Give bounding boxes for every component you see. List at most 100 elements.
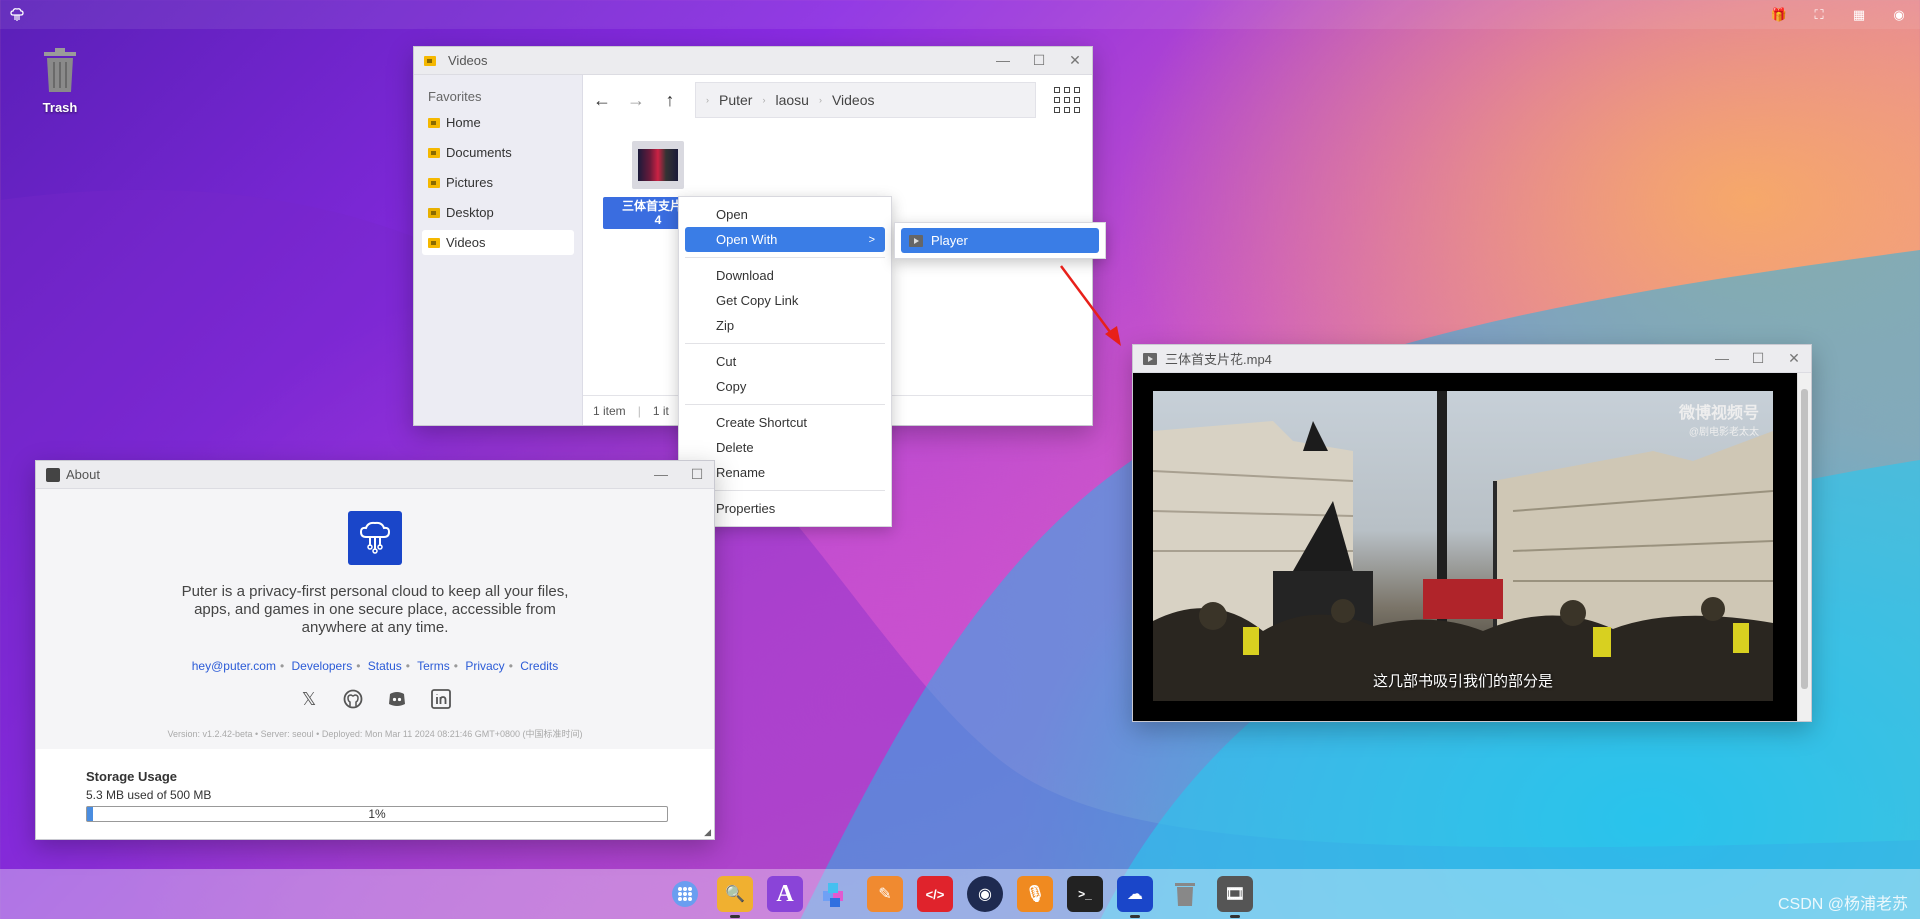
developers-link[interactable]: Developers (292, 659, 353, 673)
menu-item-open[interactable]: Open (685, 202, 885, 227)
trash-icon (40, 48, 80, 94)
github-icon[interactable] (343, 689, 363, 709)
draw-app-icon[interactable]: ✎ (867, 876, 903, 912)
fullscreen-icon[interactable]: ⛶ (1810, 6, 1828, 24)
sidebar-item-documents[interactable]: Documents (422, 140, 574, 165)
back-arrow-icon[interactable]: ← (593, 90, 611, 111)
menu-divider (685, 257, 885, 258)
trash-app-icon[interactable] (1167, 876, 1203, 912)
close-button[interactable]: ✕ (1068, 52, 1082, 69)
sidebar-item-videos[interactable]: Videos (422, 230, 574, 255)
discord-icon[interactable] (387, 689, 407, 709)
video-player[interactable]: 微博视频号 @剧电影老太太 这几部书吸引我们的部分是 (1133, 373, 1797, 721)
storage-usage: Storage Usage 5.3 MB used of 500 MB 1% (86, 769, 668, 822)
sidebar-item-label: Home (446, 115, 481, 130)
maximize-button[interactable]: ☐ (1032, 52, 1046, 69)
open-with-submenu: Player (894, 222, 1106, 259)
about-app-icon[interactable]: ☁ (1117, 876, 1153, 918)
menu-item-delete[interactable]: Delete (685, 435, 885, 460)
menu-item-cut[interactable]: Cut (685, 349, 885, 374)
gift-icon[interactable]: 🎁 (1770, 6, 1788, 24)
explorer-titlebar[interactable]: Videos — ☐ ✕ (414, 47, 1092, 75)
player-window: 三体首支片花.mp4 — ☐ ✕ 微博视频号 @剧电影老太太 这几部书吸引我们的… (1132, 344, 1812, 722)
watermark-sub: @剧电影老太太 (1688, 427, 1759, 438)
credits-link[interactable]: Credits (520, 659, 558, 673)
linkedin-icon[interactable] (431, 689, 451, 709)
explorer-toolbar: ← → ↑ › Puter › laosu › Videos (583, 75, 1092, 125)
sidebar-item-label: Videos (446, 235, 486, 250)
video-frame: 微博视频号 @剧电影老太太 这几部书吸引我们的部分是 (1153, 391, 1773, 701)
menu-item-copy[interactable]: Copy (685, 374, 885, 399)
about-titlebar[interactable]: About — ☐ (36, 461, 714, 489)
submenu-item-player[interactable]: Player (901, 228, 1099, 253)
maximize-button[interactable]: ☐ (690, 466, 704, 483)
menu-item-open-with[interactable]: Open With > (685, 227, 885, 252)
close-button[interactable]: ✕ (1787, 350, 1801, 367)
sidebar-item-home[interactable]: Home (422, 110, 574, 135)
editor-app-icon[interactable]: A (767, 876, 803, 912)
top-bar: 🎁 ⛶ ▦ ◉ (0, 0, 1920, 29)
social-links: 𝕏 (36, 689, 714, 709)
code-app-icon[interactable]: </> (917, 876, 953, 912)
storage-used-text: 5.3 MB used of 500 MB (86, 788, 212, 802)
minimize-button[interactable]: — (1715, 350, 1729, 367)
player-app-icon[interactable]: 🎞 (1217, 876, 1253, 918)
desktop-trash[interactable]: Trash (30, 48, 90, 115)
email-link[interactable]: hey@puter.com (192, 659, 276, 673)
folder-icon (428, 237, 440, 248)
menu-item-zip[interactable]: Zip (685, 313, 885, 338)
terminal-app-icon[interactable]: >_ (1067, 876, 1103, 912)
version-info: Version: v1.2.42-beta • Server: seoul • … (167, 729, 583, 739)
folder-icon (424, 55, 436, 66)
grid-view-icon[interactable] (1052, 85, 1082, 115)
breadcrumb-videos[interactable]: Videos (832, 92, 875, 108)
about-body: Puter is a privacy-first personal cloud … (36, 489, 714, 749)
menu-item-rename[interactable]: Rename (685, 460, 885, 485)
minimize-button[interactable]: — (996, 52, 1010, 69)
video-subtitle: 这几部书吸引我们的部分是 (1372, 673, 1553, 690)
recorder-app-icon[interactable]: 🎙 (1017, 876, 1053, 912)
sidebar-item-desktop[interactable]: Desktop (422, 200, 574, 225)
taskbar: 🔍 A ✎ </> ◉ 🎙 >_ ☁ 🎞 (0, 869, 1920, 919)
storage-heading: Storage Usage (86, 769, 178, 784)
sidebar-heading: Favorites (428, 89, 482, 104)
minimize-button[interactable]: — (654, 466, 668, 483)
player-app-icon (909, 234, 923, 247)
player-scrollbar[interactable] (1797, 373, 1811, 721)
menu-item-label: Open With (716, 232, 778, 247)
puter-logo-icon[interactable] (8, 6, 26, 24)
breadcrumb: › Puter › laosu › Videos (695, 82, 1036, 118)
storage-progress-bar: 1% (86, 806, 668, 822)
app-launcher-icon[interactable] (667, 876, 703, 912)
up-arrow-icon[interactable]: ↑ (661, 90, 679, 111)
breadcrumb-laosu[interactable]: laosu (775, 92, 808, 108)
player-app-icon (1143, 352, 1157, 365)
menu-item-properties[interactable]: Properties (685, 496, 885, 521)
cube-app-icon[interactable] (817, 876, 853, 912)
breadcrumb-puter[interactable]: Puter (719, 92, 752, 108)
camera-app-icon[interactable]: ◉ (967, 876, 1003, 912)
breadcrumb-separator-icon: › (762, 95, 766, 105)
puter-logo-icon (348, 511, 402, 565)
privacy-link[interactable]: Privacy (465, 659, 504, 673)
sidebar-item-pictures[interactable]: Pictures (422, 170, 574, 195)
player-titlebar[interactable]: 三体首支片花.mp4 — ☐ ✕ (1133, 345, 1811, 373)
user-icon[interactable]: ◉ (1890, 6, 1908, 24)
sidebar-item-label: Desktop (446, 205, 494, 220)
menu-item-get-copy-link[interactable]: Get Copy Link (685, 288, 885, 313)
maximize-button[interactable]: ☐ (1751, 350, 1765, 367)
file-explorer-icon[interactable]: 🔍 (717, 876, 753, 918)
x-twitter-icon[interactable]: 𝕏 (299, 689, 319, 709)
storage-percent-label: 1% (368, 807, 386, 821)
status-link[interactable]: Status (368, 659, 402, 673)
explorer-sidebar: Favorites Home Documents Pictures Deskto… (414, 75, 583, 425)
player-title: 三体首支片花.mp4 (1165, 352, 1272, 367)
resize-handle-icon[interactable]: ◢ (704, 827, 711, 838)
qr-code-icon[interactable]: ▦ (1850, 6, 1868, 24)
csdn-watermark: CSDN @杨浦老苏 (1777, 896, 1908, 913)
forward-arrow-icon[interactable]: → (627, 90, 645, 111)
menu-item-download[interactable]: Download (685, 263, 885, 288)
folder-icon (428, 117, 440, 128)
terms-link[interactable]: Terms (417, 659, 450, 673)
menu-item-create-shortcut[interactable]: Create Shortcut (685, 410, 885, 435)
